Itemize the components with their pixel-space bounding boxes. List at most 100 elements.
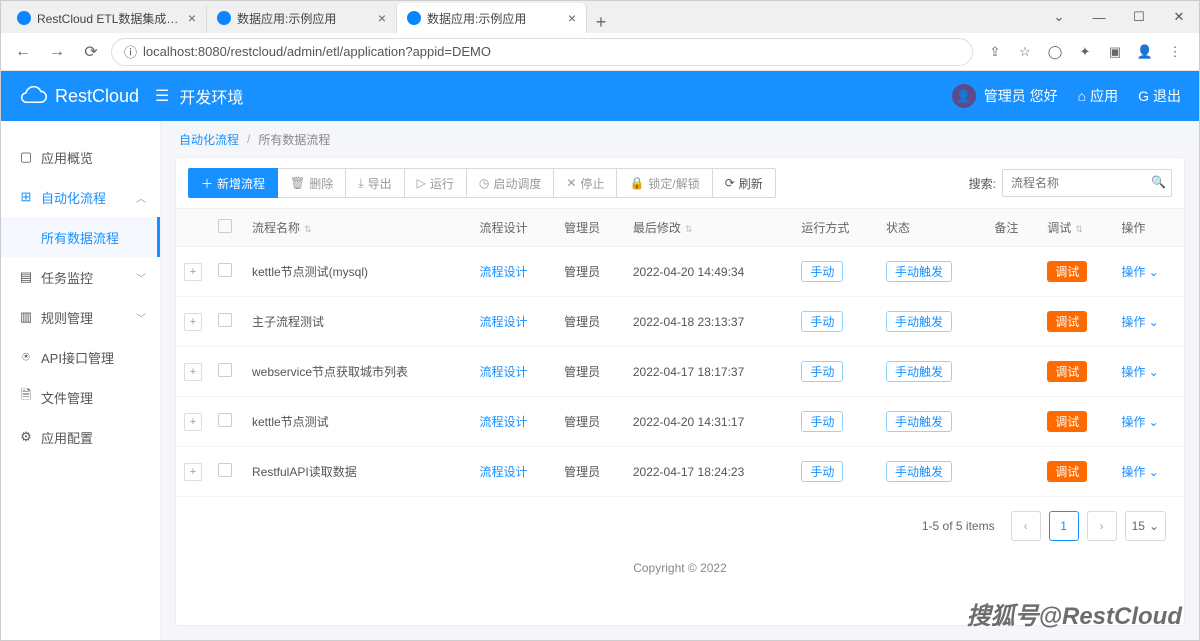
- sort-icon[interactable]: ⇅: [685, 224, 693, 234]
- action-dropdown[interactable]: 操作 ⌄: [1121, 265, 1158, 279]
- star-icon[interactable]: ☆: [1015, 42, 1035, 62]
- runmode-tag: 手动: [801, 461, 843, 482]
- search-label: 搜索:: [969, 175, 996, 192]
- design-link[interactable]: 流程设计: [479, 315, 527, 329]
- row-checkbox[interactable]: [218, 463, 232, 477]
- profile-icon[interactable]: 👤: [1135, 42, 1155, 62]
- logout-link[interactable]: G 退出: [1138, 86, 1181, 106]
- close-icon[interactable]: ×: [188, 10, 196, 26]
- debug-button[interactable]: 调试: [1047, 261, 1087, 282]
- close-icon[interactable]: ×: [378, 10, 386, 26]
- stop-button[interactable]: ✕ 停止: [554, 168, 617, 198]
- sidebar-item-api[interactable]: ⍟API接口管理: [1, 337, 160, 377]
- export-button[interactable]: ⤓ 导出: [346, 168, 404, 198]
- back-button[interactable]: ←: [9, 38, 37, 66]
- puzzle-icon[interactable]: ✦: [1075, 42, 1095, 62]
- row-checkbox[interactable]: [218, 363, 232, 377]
- design-link[interactable]: 流程设计: [479, 365, 527, 379]
- lock-button[interactable]: 🔒 锁定/解锁: [617, 168, 712, 198]
- col-name[interactable]: 流程名称: [252, 221, 300, 235]
- browser-tab-0[interactable]: RestCloud ETL数据集成平台 ×: [7, 3, 207, 33]
- close-window-button[interactable]: ✕: [1159, 1, 1199, 33]
- user-greeting[interactable]: 👤 管理员 您好: [952, 84, 1058, 108]
- maximize-button[interactable]: ☐: [1119, 1, 1159, 33]
- row-checkbox[interactable]: [218, 313, 232, 327]
- row-checkbox[interactable]: [218, 263, 232, 277]
- reload-button[interactable]: ⟳: [77, 38, 105, 66]
- runmode-tag: 手动: [801, 311, 843, 332]
- col-status: 状态: [878, 209, 986, 247]
- pagination: 1-5 of 5 items ‹ 1 › 15 ⌄: [176, 497, 1184, 555]
- expand-row-button[interactable]: +: [184, 363, 202, 381]
- favicon-icon: [17, 11, 31, 25]
- menu-icon[interactable]: ⋮: [1165, 42, 1185, 62]
- favicon-icon: [407, 11, 421, 25]
- action-dropdown[interactable]: 操作 ⌄: [1121, 365, 1158, 379]
- search-icon[interactable]: 🔍: [1151, 175, 1166, 189]
- page-size-select[interactable]: 15 ⌄: [1125, 511, 1166, 541]
- delete-button[interactable]: 🗑 删除: [278, 168, 346, 198]
- brand-logo[interactable]: RestCloud: [19, 86, 139, 107]
- search-input[interactable]: [1002, 169, 1172, 197]
- breadcrumb-current: 所有数据流程: [258, 131, 330, 148]
- sidebar-item-label: 规则管理: [41, 308, 93, 327]
- select-all-checkbox[interactable]: [218, 219, 232, 233]
- close-icon[interactable]: ×: [568, 10, 576, 26]
- next-page-button[interactable]: ›: [1087, 511, 1117, 541]
- cell-admin: 管理员: [556, 397, 625, 447]
- debug-button[interactable]: 调试: [1047, 311, 1087, 332]
- sidebar-item-tasks[interactable]: ▤任务监控﹀: [1, 257, 160, 297]
- page-number-button[interactable]: 1: [1049, 511, 1079, 541]
- row-checkbox[interactable]: [218, 413, 232, 427]
- sort-icon[interactable]: ⇅: [1075, 224, 1083, 234]
- cell-admin: 管理员: [556, 297, 625, 347]
- new-tab-button[interactable]: +: [587, 12, 615, 33]
- sidebar-sub-all-flows[interactable]: 所有数据流程: [1, 217, 160, 257]
- design-link[interactable]: 流程设计: [479, 265, 527, 279]
- debug-button[interactable]: 调试: [1047, 461, 1087, 482]
- design-link[interactable]: 流程设计: [479, 465, 527, 479]
- col-debug[interactable]: 调试: [1047, 221, 1071, 235]
- forward-button[interactable]: →: [43, 38, 71, 66]
- status-tag: 手动触发: [886, 461, 952, 482]
- browser-tab-2[interactable]: 数据应用:示例应用 ×: [397, 3, 587, 33]
- apps-link[interactable]: ⌂ 应用: [1078, 86, 1118, 106]
- debug-button[interactable]: 调试: [1047, 411, 1087, 432]
- panel-icon[interactable]: ▣: [1105, 42, 1125, 62]
- action-dropdown[interactable]: 操作 ⌄: [1121, 465, 1158, 479]
- footer: Copyright © 2022: [176, 555, 1184, 575]
- sidebar-item-rules[interactable]: ▥规则管理﹀: [1, 297, 160, 337]
- expand-row-button[interactable]: +: [184, 413, 202, 431]
- sidebar-item-overview[interactable]: ▢应用概览: [1, 137, 160, 177]
- expand-row-button[interactable]: +: [184, 263, 202, 281]
- browser-titlebar: RestCloud ETL数据集成平台 × 数据应用:示例应用 × 数据应用:示…: [1, 1, 1199, 33]
- action-dropdown[interactable]: 操作 ⌄: [1121, 315, 1158, 329]
- extension-icon[interactable]: ◯: [1045, 42, 1065, 62]
- schedule-button[interactable]: ◷ 启动调度: [467, 168, 555, 198]
- browser-tab-1[interactable]: 数据应用:示例应用 ×: [207, 3, 397, 33]
- cell-name: kettle节点测试(mysql): [244, 247, 471, 297]
- sidebar-item-automation[interactable]: ⊞自动化流程︿: [1, 177, 160, 217]
- env-label: 开发环境: [179, 84, 243, 108]
- design-link[interactable]: 流程设计: [479, 415, 527, 429]
- url-input[interactable]: ⓘ localhost:8080/restcloud/admin/etl/app…: [111, 38, 973, 66]
- env-selector[interactable]: ☰ 开发环境: [155, 84, 243, 108]
- breadcrumb-link[interactable]: 自动化流程: [179, 131, 239, 148]
- refresh-button[interactable]: ⟳ 刷新: [713, 168, 776, 198]
- minimize-button[interactable]: —: [1079, 1, 1119, 33]
- col-modified[interactable]: 最后修改: [633, 221, 681, 235]
- prev-page-button[interactable]: ‹: [1011, 511, 1041, 541]
- sort-icon[interactable]: ⇅: [304, 224, 312, 234]
- share-icon[interactable]: ⇪: [985, 42, 1005, 62]
- avatar: 👤: [952, 84, 976, 108]
- add-button[interactable]: ＋ 新增流程: [188, 168, 278, 198]
- expand-row-button[interactable]: +: [184, 463, 202, 481]
- expand-row-button[interactable]: +: [184, 313, 202, 331]
- sidebar-item-settings[interactable]: ⚙应用配置: [1, 417, 160, 457]
- run-button[interactable]: ▷ 运行: [405, 168, 467, 198]
- chevron-down-icon: ﹀: [136, 270, 146, 285]
- sidebar-item-files[interactable]: 🗎文件管理: [1, 377, 160, 417]
- action-dropdown[interactable]: 操作 ⌄: [1121, 415, 1158, 429]
- chevron-down-icon[interactable]: ⌄: [1039, 1, 1079, 33]
- debug-button[interactable]: 调试: [1047, 361, 1087, 382]
